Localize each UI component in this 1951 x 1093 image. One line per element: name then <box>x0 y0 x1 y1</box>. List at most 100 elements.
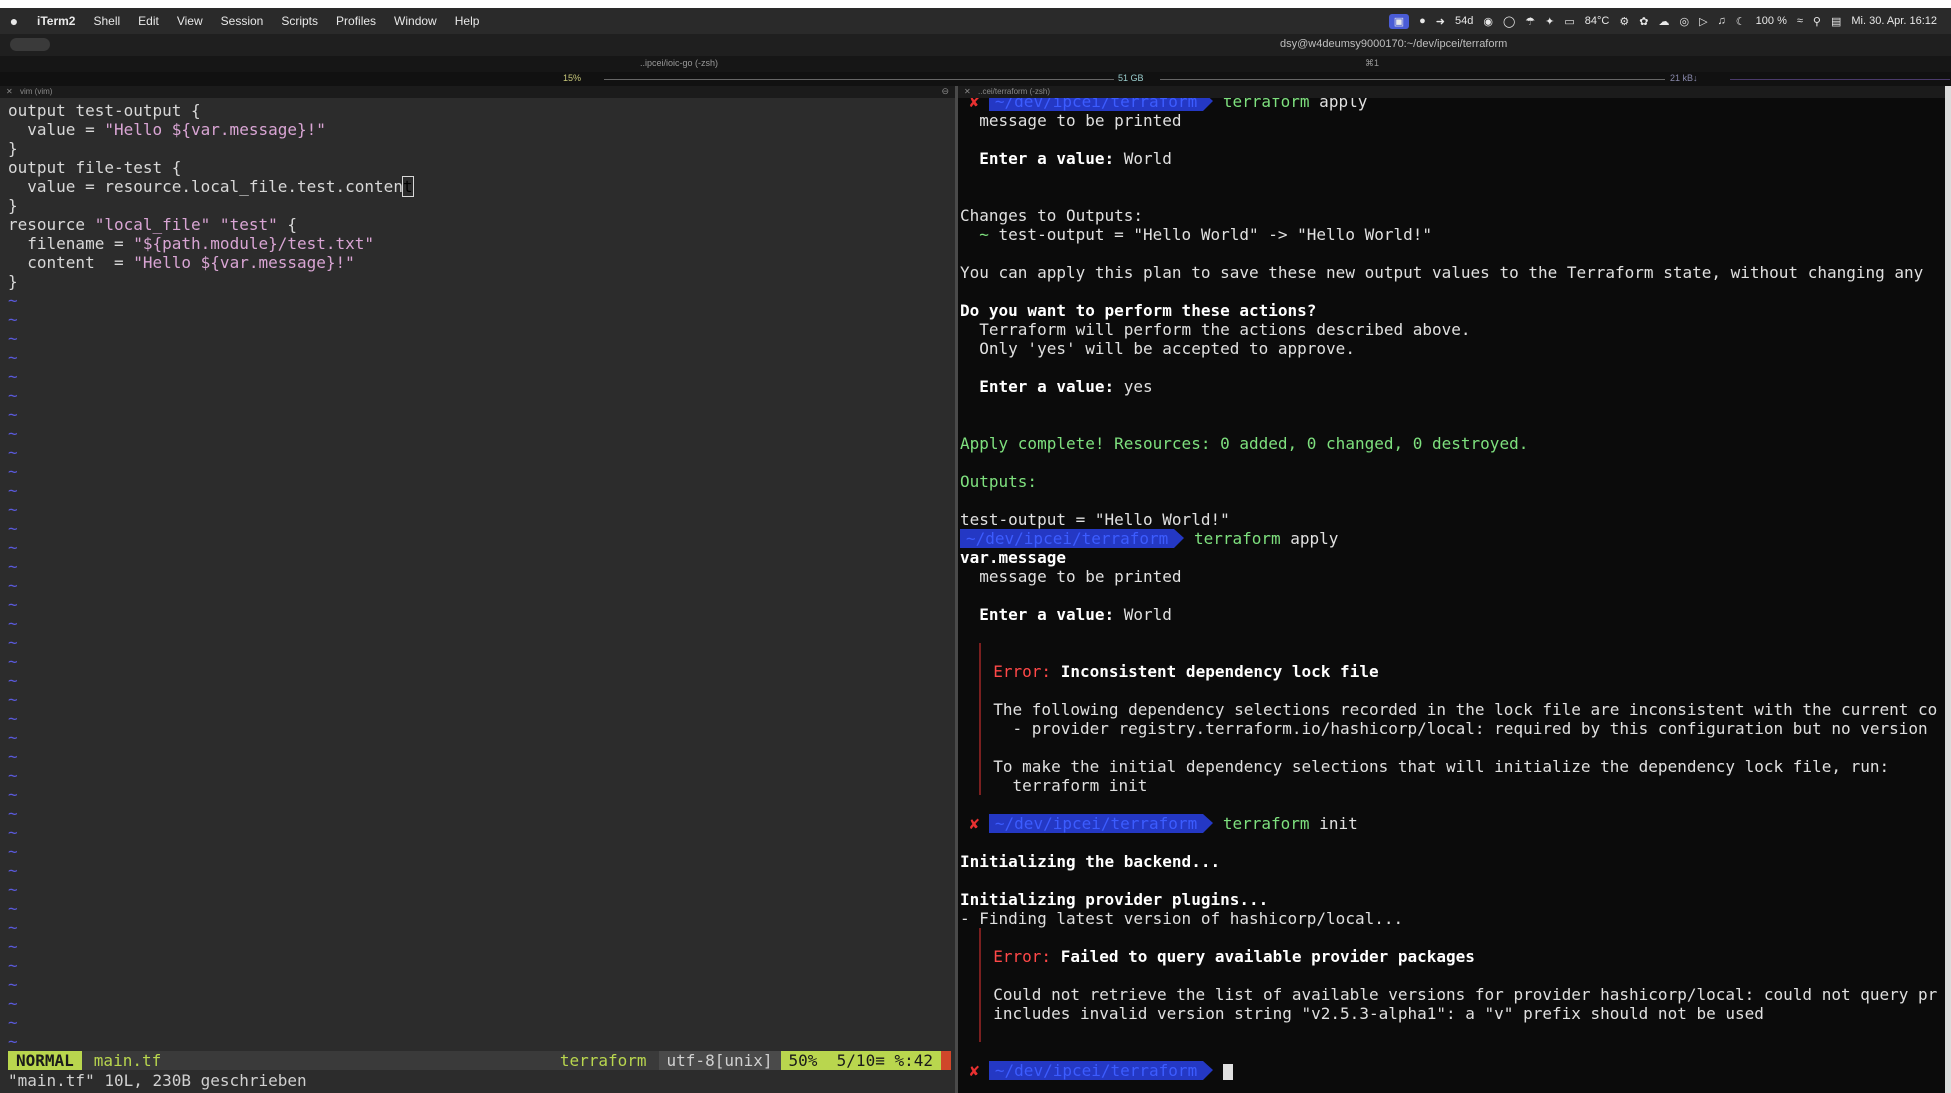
arrow-icon[interactable]: ➜ <box>1436 15 1445 28</box>
vim-empty-line-tilde: ~ <box>8 576 18 595</box>
vim-code-line[interactable]: value = resource.local_file.test.content <box>8 176 414 197</box>
vim-empty-line-tilde: ~ <box>8 310 18 329</box>
vim-empty-line-tilde: ~ <box>8 329 18 348</box>
screen-icon[interactable]: ▣ <box>1388 13 1410 29</box>
menu-edit[interactable]: Edit <box>129 14 168 28</box>
app-status-icon[interactable]: ● <box>1419 15 1426 27</box>
play-icon[interactable]: ▷ <box>1699 15 1707 28</box>
code-token: filename = <box>8 234 134 253</box>
terminal-text: Could not retrieve the list of available… <box>993 985 1938 1004</box>
window-controls[interactable] <box>10 38 50 51</box>
terminal-text: Outputs: <box>960 472 1038 491</box>
shell-prompt-line: ✘ ~/dev/ipcei/terraform terraform init <box>960 814 1937 833</box>
menu-app-iterm2[interactable]: iTerm2 <box>28 14 84 28</box>
plus-icon[interactable]: ✦ <box>1545 15 1554 28</box>
menu-view[interactable]: View <box>168 14 212 28</box>
circle-icon[interactable]: ◯ <box>1503 15 1515 28</box>
tab-ioic-go[interactable]: ..ipcei/ioic-go (-zsh) <box>640 58 718 68</box>
vim-empty-line-tilde: ~ <box>8 595 18 614</box>
error-block-bar <box>979 719 982 738</box>
terminal-text: message to be printed <box>960 567 1182 586</box>
code-token: "local_file" "test" <box>94 215 278 234</box>
terminal-text: The following dependency selections reco… <box>993 700 1938 719</box>
clock-status[interactable]: Mi. 30. Apr. 16:12 <box>1851 15 1937 27</box>
close-pane-icon[interactable]: ✕ <box>6 87 13 96</box>
terminal-text: var.message <box>960 548 1066 567</box>
control-center-icon[interactable]: ▤ <box>1831 15 1841 28</box>
terminal-text: yes <box>1123 377 1153 396</box>
menu-shell[interactable]: Shell <box>84 14 129 28</box>
vim-empty-line-tilde: ~ <box>8 842 18 861</box>
vim-empty-line-tilde: ~ <box>8 481 18 500</box>
wifi-icon[interactable]: ≈ <box>1797 15 1803 27</box>
vim-empty-line-tilde: ~ <box>8 367 18 386</box>
vim-editor[interactable]: output test-output { value = "Hello ${va… <box>0 98 955 1093</box>
error-block-bar <box>979 985 982 1004</box>
vim-code-line[interactable]: } <box>8 196 413 215</box>
vim-empty-line-tilde: ~ <box>8 1013 18 1032</box>
terminal-line: ~ test-output = "Hello World" -> "Hello … <box>960 225 1937 244</box>
terminal-text: To make the initial dependency selection… <box>993 757 1890 776</box>
code-token: value = <box>8 120 105 139</box>
memory-usage: 51 GB <box>1118 73 1144 83</box>
vim-code-line[interactable]: output test-output { <box>8 101 413 120</box>
terminal-cursor[interactable] <box>1222 1063 1233 1080</box>
vim-code-line[interactable]: resource "local_file" "test" { <box>8 215 413 234</box>
vim-code-line[interactable]: value = "Hello ${var.message}!" <box>8 120 413 139</box>
uptime-status[interactable]: 54d <box>1455 15 1473 27</box>
vim-empty-line-tilde: ~ <box>8 956 18 975</box>
search-icon[interactable]: ⚲ <box>1813 15 1821 28</box>
target-icon[interactable]: ◎ <box>1679 15 1689 28</box>
network-usage: 21 kB↓ <box>1670 73 1698 83</box>
memory-graph <box>1160 79 1665 80</box>
vim-code-line[interactable]: } <box>8 272 413 291</box>
temperature-status[interactable]: 84°C <box>1585 15 1610 27</box>
vim-empty-line-tilde: ~ <box>8 671 18 690</box>
error-block-bar <box>979 643 982 662</box>
vim-empty-line-tilde: ~ <box>8 861 18 880</box>
flower-icon[interactable]: ✿ <box>1639 15 1648 28</box>
terminal-text: Apply complete! Resources: 0 added, 0 ch… <box>960 434 1529 453</box>
terminal-pane[interactable]: ✘ ~/dev/ipcei/terraform terraform apply … <box>958 98 1951 1093</box>
battery-status[interactable]: 100 % <box>1756 15 1787 27</box>
moon-icon[interactable]: ☾ <box>1736 15 1746 28</box>
prompt-arrow-icon <box>1174 529 1185 548</box>
terminal-line: Initializing the backend... <box>960 852 1937 871</box>
vim-code-line[interactable]: } <box>8 139 413 158</box>
close-pane-icon[interactable]: ✕ <box>964 87 971 96</box>
headphones-icon[interactable]: ♫ <box>1718 15 1726 27</box>
vim-encoding: utf-8[unix] <box>658 1051 781 1070</box>
vim-message-line: "main.tf" 10L, 230B geschrieben <box>8 1071 307 1090</box>
error-status-icon: ✘ <box>960 1061 989 1080</box>
menu-profiles[interactable]: Profiles <box>327 14 385 28</box>
terminal-text: Initializing provider plugins... <box>960 890 1269 909</box>
menu-session[interactable]: Session <box>212 14 273 28</box>
cloud-icon[interactable]: ☁ <box>1658 15 1669 28</box>
vim-empty-line-tilde: ~ <box>8 462 18 481</box>
vim-empty-line-tilde: ~ <box>8 348 18 367</box>
code-token: "Hello ${var.message}!" <box>133 253 355 272</box>
vim-code-line[interactable]: output file-test { <box>8 158 413 177</box>
battery-icon-small[interactable]: ▭ <box>1564 15 1574 28</box>
menu-help[interactable]: Help <box>446 14 489 28</box>
record-icon[interactable]: ◉ <box>1483 15 1493 28</box>
pane-indicator-icon: ⊖ <box>941 86 949 96</box>
error-block-bar <box>979 1004 982 1023</box>
gear-icon[interactable]: ⚙ <box>1619 15 1629 28</box>
prompt-path: ~/dev/ipcei/terraform <box>988 814 1204 833</box>
vim-code-line[interactable]: content = "Hello ${var.message}!" <box>8 253 413 272</box>
prompt-arrow-icon <box>1203 814 1214 833</box>
left-pane-header: ✕ vim (vim) ⊖ <box>0 86 955 98</box>
weather-icon[interactable]: ☂ <box>1525 15 1535 28</box>
terminal-line: - Finding latest version of hashicorp/lo… <box>960 909 1937 928</box>
terminal-error-line <box>960 928 1937 947</box>
apple-icon[interactable]: ● <box>0 13 28 29</box>
vim-buffer[interactable]: output test-output { value = "Hello ${va… <box>8 101 414 1070</box>
left-pane-title: vim (vim) <box>20 87 53 96</box>
vim-code-line[interactable]: filename = "${path.module}/test.txt" <box>8 234 413 253</box>
vim-empty-line-tilde: ~ <box>8 823 18 842</box>
terminal-line: Initializing provider plugins... <box>960 890 1937 909</box>
menu-window[interactable]: Window <box>385 14 446 28</box>
menu-scripts[interactable]: Scripts <box>272 14 327 28</box>
